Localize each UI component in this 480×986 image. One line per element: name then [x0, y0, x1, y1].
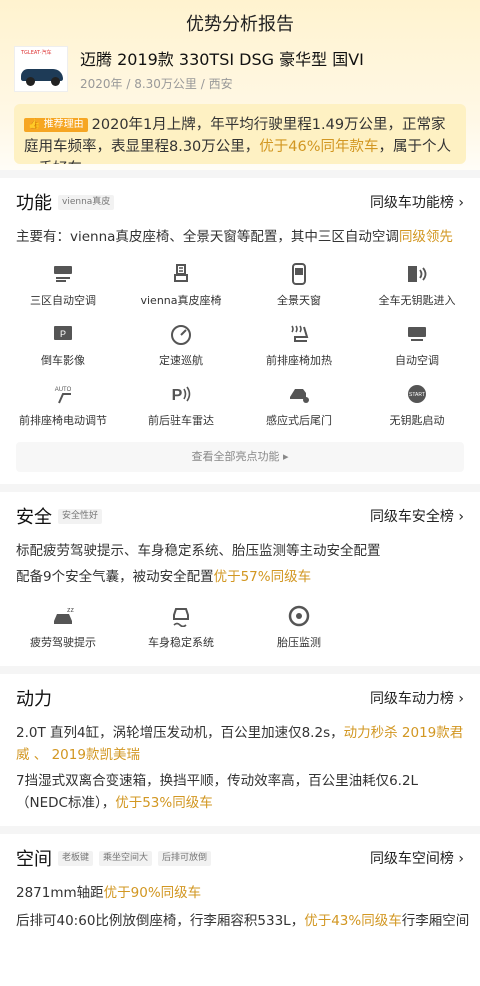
- auto-ac-icon: [405, 322, 429, 346]
- thumbnail-watermark: TGLEAT·汽车: [21, 50, 52, 56]
- feature-label: 感应式后尾门: [266, 414, 332, 427]
- keyless-entry-icon: [405, 262, 429, 286]
- feature-item[interactable]: P 倒车影像: [4, 314, 122, 374]
- feature-item[interactable]: START 无钥匙启动: [358, 374, 476, 434]
- safety-feature-item[interactable]: 车身稳定系统: [122, 596, 240, 656]
- section-title: 功能: [16, 193, 52, 214]
- svg-text:START: START: [409, 392, 425, 398]
- safety-feature-item[interactable]: zz 疲劳驾驶提示: [4, 596, 122, 656]
- safety-line-1: 标配疲劳驾驶提示、车身稳定系统、胎压监测等主动安全配置: [16, 543, 381, 559]
- feature-label: 三区自动空调: [30, 294, 96, 307]
- sunroof-icon: [287, 262, 311, 286]
- tire-pressure-icon: [287, 604, 311, 628]
- seat-heat-icon: [287, 322, 311, 346]
- safety-feature-label: 车身稳定系统: [148, 636, 214, 649]
- report-header: 优势分析报告 TGLEAT·汽车 迈腾 2019款 330TSI DSG 豪华型…: [0, 0, 480, 170]
- svg-text:zz: zz: [67, 607, 74, 614]
- section-title: 动力: [16, 689, 52, 710]
- feature-item[interactable]: 定速巡航: [122, 314, 240, 374]
- fatigue-icon: zz: [51, 604, 75, 628]
- feature-item[interactable]: 自动空调: [358, 314, 476, 374]
- space-chip-1: 老板键: [58, 850, 94, 866]
- safety-line-2: 配备9个安全气囊，被动安全配置优于57%同级车: [16, 569, 312, 585]
- space-wheelbase-text: 2871mm轴距优于90%同级车: [16, 885, 202, 901]
- function-chip: vienna真皮: [58, 194, 115, 210]
- start-button-icon: START: [405, 382, 429, 406]
- view-all-features-button[interactable]: 查看全部亮点功能 ▸: [16, 442, 464, 472]
- safety-section: 安全 安全性好 同级车安全榜 › 标配疲劳驾驶提示、车身稳定系统、胎压监测等主动…: [0, 484, 480, 666]
- power-seat-icon: AUTO: [51, 382, 75, 406]
- space-rank-link[interactable]: 同级车空间榜 ›: [370, 848, 464, 868]
- feature-label: vienna真皮座椅: [140, 294, 222, 307]
- feature-label: 定速巡航: [159, 354, 203, 367]
- svg-text:P: P: [60, 329, 66, 339]
- feature-label: 前排座椅加热: [266, 354, 332, 367]
- feature-label: 倒车影像: [41, 354, 85, 367]
- svg-text:P: P: [172, 387, 183, 404]
- function-summary: 主要有：vienna真皮座椅、全景天窗等配置，其中三区自动空调同级领先: [16, 229, 453, 245]
- feature-label: 前排座椅电动调节: [19, 414, 107, 427]
- car-thumbnail: TGLEAT·汽车: [14, 46, 68, 92]
- space-chip-2: 乘坐空间大: [99, 850, 153, 866]
- recommend-badge: 👍 推荐理由: [24, 118, 88, 132]
- feature-label: 全车无钥匙进入: [378, 294, 456, 307]
- esp-icon: [169, 604, 193, 628]
- function-grid: 三区自动空调 vienna真皮座椅 全景天窗 全车无钥匙进入 P 倒车影像 定速巡航 前排座椅…: [0, 254, 480, 434]
- feature-item[interactable]: vienna真皮座椅: [122, 254, 240, 314]
- seat-icon: [169, 262, 193, 286]
- feature-item[interactable]: 前排座椅加热: [240, 314, 358, 374]
- section-title: 安全: [16, 507, 52, 528]
- car-summary: TGLEAT·汽车 迈腾 2019款 330TSI DSG 豪华型 国VI 20…: [14, 46, 364, 92]
- space-chip-3: 后排可放倒: [158, 850, 212, 866]
- power-engine-text: 2.0T 直列4缸，涡轮增压发动机，百公里加速仅8.2s，动力秒杀 2019款君…: [16, 725, 464, 763]
- safety-rank-link[interactable]: 同级车安全榜 ›: [370, 506, 464, 526]
- feature-label: 前后驻车雷达: [148, 414, 214, 427]
- safety-feature-label: 疲劳驾驶提示: [30, 636, 96, 649]
- power-section: 动力 同级车动力榜 › 2.0T 直列4缸，涡轮增压发动机，百公里加速仅8.2s…: [0, 666, 480, 826]
- safety-chip: 安全性好: [58, 508, 103, 524]
- tailgate-icon: [287, 382, 311, 406]
- safety-feature-label: 胎压监测: [277, 636, 321, 649]
- power-rank-link[interactable]: 同级车动力榜 ›: [370, 688, 464, 708]
- feature-item[interactable]: AUTO 前排座椅电动调节: [4, 374, 122, 434]
- reverse-camera-icon: P: [51, 322, 75, 346]
- feature-label: 无钥匙启动: [389, 414, 445, 427]
- feature-item[interactable]: 全车无钥匙进入: [358, 254, 476, 314]
- safety-feature-item[interactable]: 胎压监测: [240, 596, 358, 656]
- feature-item[interactable]: 三区自动空调: [4, 254, 122, 314]
- recommend-box: 👍 推荐理由 2020年1月上牌，年平均行驶里程1.49万公里，正常家庭用车频率，…: [14, 104, 466, 164]
- car-name: 迈腾 2019款 330TSI DSG 豪华型 国VI: [80, 50, 364, 69]
- space-section: 空间 老板键 乘坐空间大 后排可放倒 同级车空间榜 › 2871mm轴距优于90…: [0, 826, 480, 932]
- feature-item[interactable]: P 前后驻车雷达: [122, 374, 240, 434]
- function-rank-link[interactable]: 同级车功能榜 ›: [370, 192, 464, 212]
- recommend-highlight: 优于46%同年款车: [259, 139, 379, 155]
- parking-radar-icon: P: [169, 382, 193, 406]
- feature-label: 自动空调: [395, 354, 439, 367]
- feature-item[interactable]: 全景天窗: [240, 254, 358, 314]
- space-trunk-text: 后排可40:60比例放倒座椅，行李厢容积533L，优于43%同级车行李厢空间: [16, 913, 470, 929]
- feature-label: 全景天窗: [277, 294, 321, 307]
- climate-icon: [51, 262, 75, 286]
- page-title: 优势分析报告: [186, 14, 294, 35]
- safety-grid: zz 疲劳驾驶提示 车身稳定系统 胎压监测: [0, 596, 480, 656]
- feature-item[interactable]: 感应式后尾门: [240, 374, 358, 434]
- function-section: 功能 vienna真皮 同级车功能榜 › 主要有：vienna真皮座椅、全景天窗…: [0, 170, 480, 484]
- svg-text:AUTO: AUTO: [55, 387, 72, 393]
- power-gearbox-text: 7挡湿式双离合变速箱，换挡平顺，传动效率高，百公里油耗仅6.2L（NEDC标准）…: [16, 773, 419, 811]
- car-meta: 2020年 / 8.30万公里 / 西安: [80, 77, 233, 91]
- section-title: 空间: [16, 849, 52, 870]
- cruise-icon: [169, 322, 193, 346]
